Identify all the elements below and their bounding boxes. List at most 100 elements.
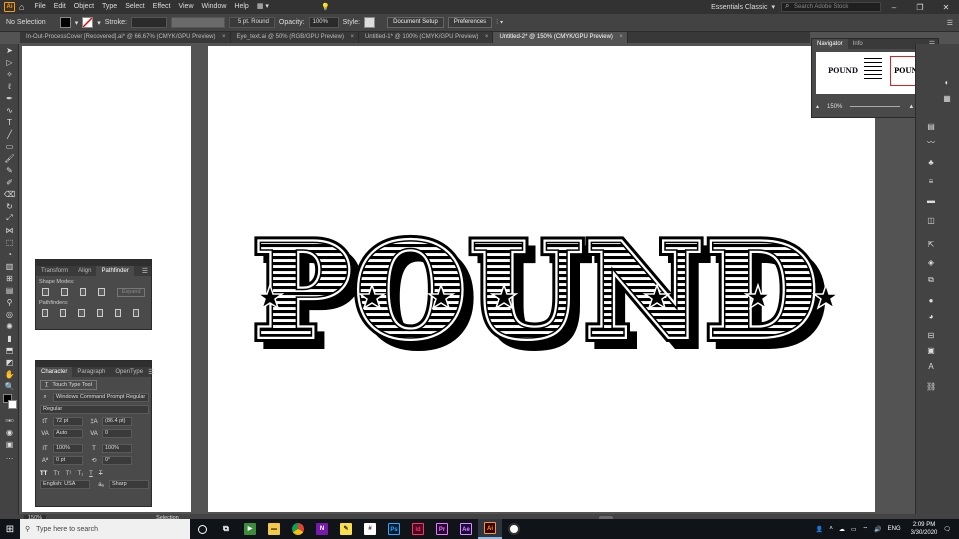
menu-edit[interactable]: Edit [50, 0, 70, 14]
panel-menu-icon[interactable]: ☰ [142, 267, 148, 275]
merge-icon[interactable] [78, 309, 85, 317]
zoom-out-icon[interactable]: ▴ [816, 103, 819, 110]
maximize-icon[interactable]: ❐ [907, 3, 933, 12]
tab-info[interactable]: Info [848, 39, 868, 49]
leading-field[interactable]: (86.4 pt) [102, 417, 132, 426]
transparency-icon[interactable]: ◫ [926, 216, 936, 225]
strikethrough-icon[interactable]: T [99, 471, 103, 477]
tab-navigator[interactable]: Navigator [812, 39, 848, 49]
zoom-tool-icon[interactable]: 🔍 [0, 380, 19, 392]
onenote-icon[interactable]: N [310, 519, 334, 539]
tab-document-4[interactable]: Untitled-2* @ 150% (CMYK/GPU Preview) × [493, 32, 628, 43]
network-icon[interactable]: ⌔ [863, 525, 869, 533]
tray-chevron-icon[interactable]: ˄ [829, 526, 833, 532]
rotate-icon[interactable]: ↻ [0, 200, 19, 212]
style-swatch[interactable] [364, 17, 376, 28]
graph-tool-icon[interactable]: ▮ [0, 332, 19, 344]
tab-opentype[interactable]: OpenType [110, 367, 148, 377]
tab-close-icon[interactable]: × [485, 32, 489, 43]
home-icon[interactable]: ⌂ [19, 2, 24, 12]
panel-menu-icon[interactable]: ☰ [947, 19, 953, 27]
curvature-tool-icon[interactable]: ∿ [0, 104, 19, 116]
font-family-field[interactable]: Windows Command Prompt Regular [53, 393, 149, 402]
expand-button[interactable]: Expand [117, 288, 146, 297]
symbol-sprayer-icon[interactable]: ✺ [0, 320, 19, 332]
graphic-styles-icon[interactable]: ◕ [926, 312, 936, 321]
all-caps-icon[interactable]: TT [40, 471, 47, 477]
kerning-field[interactable]: Auto [53, 429, 83, 438]
crop-icon[interactable] [96, 309, 103, 317]
windows-start-icon[interactable]: ⊞ [0, 519, 20, 539]
illustrator-taskbar-icon[interactable]: Ai [478, 519, 502, 539]
people-icon[interactable]: 👤 [816, 526, 823, 533]
color-mode-icon[interactable]: ▫▪▫ [0, 414, 19, 426]
workspace-chevron-icon[interactable]: ▾ [771, 3, 775, 11]
menu-window[interactable]: Window [198, 0, 231, 14]
artboards-panel-icon[interactable]: ⧉ [926, 275, 936, 284]
align-options-icon[interactable]: ⫶ ▾ [496, 19, 503, 27]
fill-stroke-icon[interactable] [0, 392, 19, 414]
pathfinder-panel-icon[interactable]: ▣ [926, 346, 936, 355]
hand-tool-icon[interactable]: ✋ [0, 368, 19, 380]
anti-alias-field[interactable]: Sharp [109, 480, 149, 489]
stroke-swatch[interactable] [82, 17, 94, 28]
tab-paragraph[interactable]: Paragraph [72, 367, 110, 377]
draw-mode-icon[interactable]: ◉ [0, 426, 19, 438]
symbols-icon[interactable]: ♣ [926, 158, 936, 167]
brush-field[interactable]: 5 pt. Round [228, 17, 275, 28]
menu-view[interactable]: View [174, 0, 197, 14]
gradient-panel-icon[interactable]: ▬ [926, 196, 936, 205]
scale-icon[interactable]: ⤢ [0, 212, 19, 224]
selection-tool-icon[interactable]: ➤ [0, 44, 19, 56]
edit-toolbar-icon[interactable]: … [0, 450, 19, 462]
screen-mode-icon[interactable]: ▣ [0, 438, 19, 450]
lasso-icon[interactable]: ℓ [0, 80, 19, 92]
brushes-icon[interactable]: 〰 [926, 138, 936, 147]
tab-align[interactable]: Align [73, 266, 96, 276]
layers-icon[interactable]: ◈ [926, 258, 936, 267]
language-field[interactable]: English: USA [40, 480, 90, 489]
appearance-icon[interactable]: ● [926, 296, 936, 305]
unite-icon[interactable] [42, 288, 49, 296]
slice-tool-icon[interactable]: ◩ [0, 356, 19, 368]
task-view-icon[interactable]: ⧉ [214, 519, 238, 539]
preferences-button[interactable]: Preferences [447, 17, 493, 28]
outline-icon[interactable] [114, 309, 121, 317]
slack-icon[interactable]: # [358, 519, 382, 539]
color-guide-icon[interactable]: ▦ [942, 94, 952, 103]
workspace-switcher[interactable]: Essentials Classic [711, 4, 767, 11]
opacity-field[interactable]: 100% [308, 17, 339, 28]
font-style-field[interactable]: Regular [40, 405, 149, 414]
menu-help[interactable]: Help [230, 0, 252, 14]
divide-icon[interactable] [42, 309, 49, 317]
panel-menu-icon[interactable]: ☰ [148, 368, 154, 376]
eraser-icon[interactable]: ⌫ [0, 188, 19, 200]
mesh-icon[interactable]: ⊞ [0, 272, 19, 284]
shape-builder-icon[interactable]: ◔ [0, 248, 19, 260]
trim-icon[interactable] [60, 309, 67, 317]
free-transform-icon[interactable]: ⬚ [0, 236, 19, 248]
swatches-icon[interactable]: ▤ [926, 122, 936, 131]
width-tool-icon[interactable]: ⋈ [0, 224, 19, 236]
fill-swatch[interactable] [59, 17, 71, 28]
menu-effect[interactable]: Effect [149, 0, 175, 14]
artboard-main[interactable]: POUND POUND POUND POUND [208, 46, 875, 512]
photoshop-icon[interactable]: Ps [382, 519, 406, 539]
font-size-field[interactable]: 72 pt [53, 417, 83, 426]
arrange-icon[interactable]: ▦ ▾ [253, 0, 273, 14]
blend-icon[interactable]: ◎ [0, 308, 19, 320]
stroke-chevron-icon[interactable]: ▾ [97, 19, 101, 27]
minus-front-icon[interactable] [60, 288, 68, 296]
sticky-notes-icon[interactable]: ✎ [334, 519, 358, 539]
gradient-icon[interactable]: ▤ [0, 284, 19, 296]
align-panel-icon[interactable]: ⊟ [926, 331, 936, 340]
rectangle-tool-icon[interactable]: ▭ [0, 140, 19, 152]
shaper-icon[interactable]: ✐ [0, 176, 19, 188]
type-tool-icon[interactable]: T [0, 116, 19, 128]
small-caps-icon[interactable]: Tт [53, 471, 59, 477]
document-setup-button[interactable]: Document Setup [387, 17, 444, 28]
tab-pathfinder[interactable]: Pathfinder [96, 266, 134, 276]
tab-close-icon[interactable]: × [350, 32, 354, 43]
minimize-icon[interactable]: – [881, 3, 907, 12]
font-search-icon[interactable]: ⌕ [40, 394, 50, 401]
